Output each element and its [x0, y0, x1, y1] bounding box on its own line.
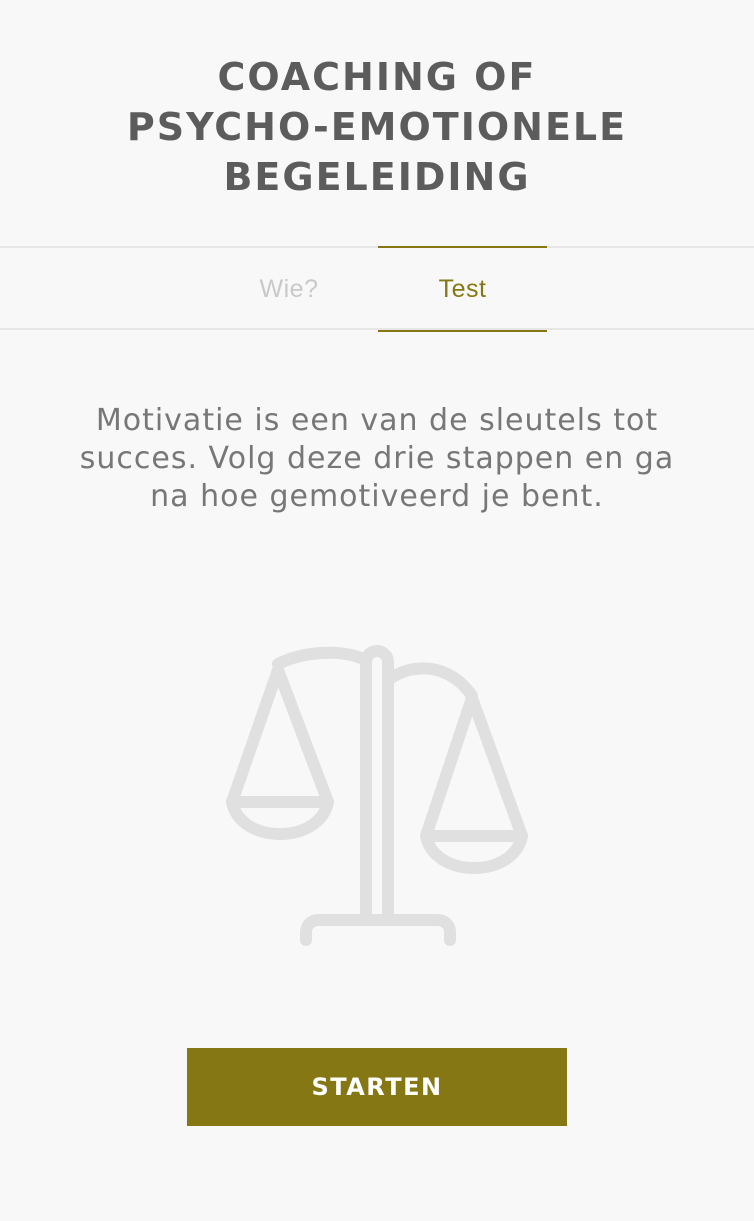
left-pan-strings: [226, 664, 334, 808]
page-title-line-3: BEGELEIDING: [223, 155, 531, 199]
intro-text: Motivatie is een van de sleutels tot suc…: [79, 403, 675, 514]
page-title-line-2: PSYCHO-EMOTIONELE: [126, 105, 628, 149]
tab-wie[interactable]: Wie?: [205, 246, 373, 332]
balance-scale-icon: [226, 645, 528, 946]
scale-post: [360, 645, 394, 918]
scale-base: [300, 914, 456, 946]
tab-bar: Wie? Test: [0, 246, 754, 332]
right-pan: [420, 830, 528, 874]
scale-beam-right: [382, 662, 478, 702]
tab-test[interactable]: Test: [378, 246, 547, 332]
right-pan-strings: [420, 692, 528, 842]
start-button[interactable]: STARTEN: [187, 1048, 567, 1126]
page-title-line-1: COACHING OF: [217, 55, 537, 99]
page-title: COACHING OF PSYCHO-EMOTIONELE BEGELEIDIN…: [0, 52, 754, 202]
scale-beam-left: [272, 646, 372, 670]
left-pan: [226, 796, 334, 840]
